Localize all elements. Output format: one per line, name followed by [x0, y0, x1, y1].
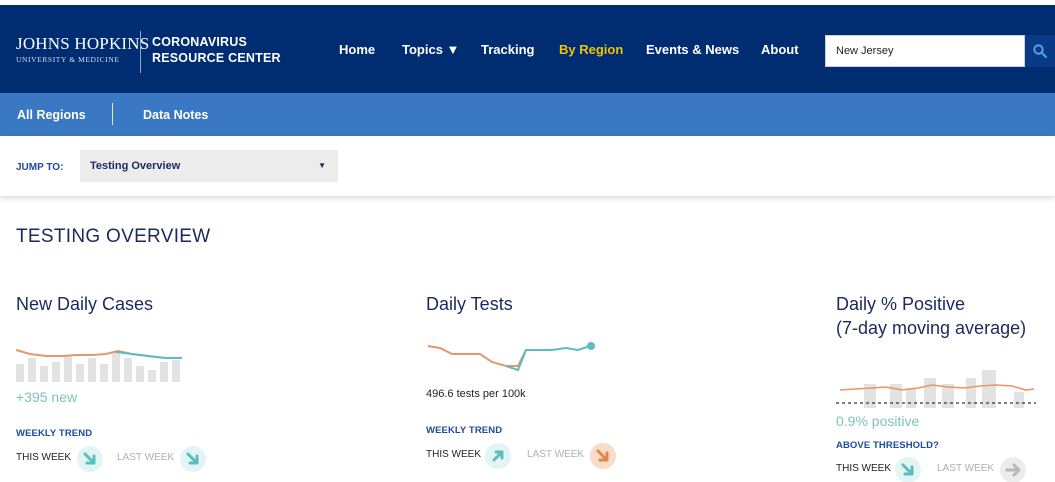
- section-title: TESTING OVERVIEW: [16, 226, 211, 247]
- arrow-down-right-icon: [77, 446, 103, 472]
- jump-to-bar: JUMP TO: Testing Overview ▼: [0, 136, 1055, 196]
- weekly-trend-label: WEEKLY TREND: [16, 428, 93, 439]
- new-cases-sparkline: [16, 349, 182, 382]
- subnav-all-regions[interactable]: All Regions: [17, 108, 86, 122]
- jump-to-label: JUMP TO:: [16, 162, 64, 173]
- nav-events-news[interactable]: Events & News: [646, 42, 739, 57]
- resource-center-brand[interactable]: CORONAVIRUS RESOURCE CENTER: [152, 34, 281, 66]
- nav-about[interactable]: About: [761, 42, 799, 57]
- last-week-label: LAST WEEK: [937, 463, 995, 474]
- card-title-new-daily-cases: New Daily Cases: [16, 294, 154, 314]
- last-week-label: LAST WEEK: [117, 452, 175, 463]
- subnav-data-notes[interactable]: Data Notes: [143, 108, 208, 122]
- brand-line-2: RESOURCE CENTER: [152, 51, 281, 65]
- card-title-line-2: (7-day moving average): [836, 318, 1027, 338]
- arrow-down-right-icon: [180, 446, 206, 472]
- new-cases-stat: +395 new: [16, 389, 78, 405]
- nav-home[interactable]: Home: [339, 42, 375, 57]
- card-title-line-1: Daily % Positive: [836, 294, 966, 314]
- search-button[interactable]: [1025, 35, 1055, 67]
- daily-positive-sparkline: [836, 370, 1036, 408]
- brand-line-1: CORONAVIRUS: [152, 35, 248, 49]
- arrow-up-right-icon: [485, 443, 511, 469]
- card-title-daily-positive: Daily % Positive (7-day moving average): [836, 292, 1026, 340]
- sparkline-bars: [864, 370, 1024, 408]
- search-input[interactable]: New Jersey: [825, 35, 1025, 67]
- logo-line-1: JOHNS HOPKINS: [16, 34, 150, 53]
- nav-by-region[interactable]: By Region: [559, 42, 623, 57]
- this-week-label: THIS WEEK: [836, 463, 892, 474]
- weekly-trend-label: WEEKLY TREND: [426, 425, 503, 436]
- daily-tests-sparkline: [427, 342, 595, 372]
- jhu-logo[interactable]: JOHNS HOPKINS UNIVERSITY & MEDICINE: [16, 35, 149, 64]
- jump-to-select[interactable]: Testing Overview ▼: [80, 150, 338, 182]
- sub-navigation-bar: All Regions Data Notes: [0, 93, 1055, 136]
- last-week-label: LAST WEEK: [527, 449, 585, 460]
- arrow-down-right-icon: [590, 443, 616, 469]
- nav-topics[interactable]: Topics ▼: [402, 42, 459, 57]
- jump-to-selected-value: Testing Overview: [90, 160, 181, 172]
- arrow-right-icon: [1000, 457, 1026, 482]
- nav-tracking[interactable]: Tracking: [481, 42, 534, 57]
- logo-line-2: UNIVERSITY & MEDICINE: [16, 55, 120, 64]
- chevron-down-icon: ▼: [318, 161, 326, 170]
- search-icon: [1033, 44, 1047, 58]
- daily-positive-stat: 0.9% positive: [836, 413, 920, 429]
- this-week-label: THIS WEEK: [16, 452, 72, 463]
- above-threshold-label: ABOVE THRESHOLD?: [836, 440, 939, 451]
- logo-divider: [140, 31, 141, 73]
- arrow-down-right-icon: [895, 457, 921, 482]
- this-week-label: THIS WEEK: [426, 449, 482, 460]
- daily-tests-stat: 496.6 tests per 100k: [426, 388, 526, 400]
- subnav-divider: [112, 103, 113, 125]
- card-title-daily-tests: Daily Tests: [426, 294, 513, 314]
- top-navigation-bar: JOHNS HOPKINS UNIVERSITY & MEDICINE CORO…: [0, 5, 1055, 93]
